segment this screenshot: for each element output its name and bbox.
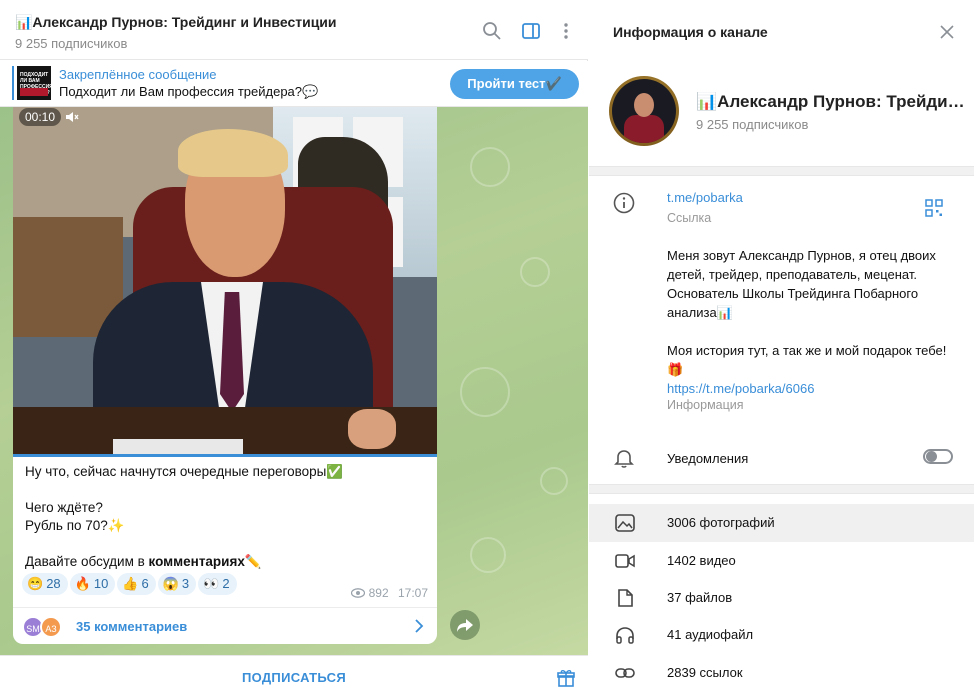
gift-icon[interactable] <box>556 668 576 688</box>
media-label: 1402 видео <box>667 553 736 568</box>
channel-post: 00:10 Ну что, сейчас начнутся очередные … <box>13 107 437 644</box>
chat-panel: 📊Александр Пурнов: Трейдинг и Инвестиции… <box>0 0 588 698</box>
post-line: Рубль по 70?✨ <box>25 518 125 533</box>
headphones-icon <box>616 627 634 644</box>
channel-description: Меня зовут Александр Пурнов, я отец двои… <box>667 246 962 398</box>
channel-name: 📊Александр Пурнов: Трейдинг и Инвестиции <box>696 92 966 111</box>
channel-info-panel: Информация о канале 📊Александр Пурнов: Т… <box>589 0 974 698</box>
subscribe-button[interactable]: ПОДПИСАТЬСЯ <box>0 656 588 698</box>
notifications-toggle[interactable] <box>923 449 953 464</box>
description-text: Моя история тут, а так же и мой подарок … <box>667 343 947 377</box>
chat-background: 00:10 Ну что, сейчас начнутся очередные … <box>0 107 588 655</box>
post-meta: 892 17:07 <box>351 586 428 600</box>
qr-code-icon[interactable] <box>925 199 943 217</box>
video-progress[interactable] <box>13 454 437 457</box>
take-test-button[interactable]: Пройти тест✔️ <box>450 69 579 99</box>
chat-header[interactable]: 📊Александр Пурнов: Трейдинг и Инвестиции… <box>0 0 588 60</box>
pinned-label: Закреплённое сообщение <box>59 67 217 82</box>
post-time: 17:07 <box>397 586 428 600</box>
post-line: Давайте обсудим в комментариях✏️ <box>25 554 262 569</box>
section-divider <box>589 484 974 494</box>
reaction-chip[interactable]: 👍 6 <box>117 573 156 595</box>
post-text: Ну что, сейчас начнутся очередные перего… <box>25 463 425 571</box>
channel-subscribers: 9 255 подписчиков <box>696 117 809 132</box>
more-options-icon[interactable] <box>556 21 576 41</box>
pinned-message-bar[interactable]: ПОДХОДИТ ЛИ ВАМ ПРОФЕССИЯ ТРЕЙДЕРА? Закр… <box>0 61 588 107</box>
media-videos[interactable]: 1402 видео <box>589 542 974 580</box>
reaction-chip[interactable]: 😱 3 <box>157 573 197 595</box>
avatar: АЗ <box>40 616 62 638</box>
sidebar-toggle-icon[interactable] <box>521 21 541 41</box>
channel-avatar[interactable] <box>609 76 679 146</box>
pinned-indicator <box>12 66 14 100</box>
channel-link[interactable]: t.me/pobarka <box>667 190 743 205</box>
eye-icon <box>351 588 366 598</box>
description-text: Меня зовут Александр Пурнов, я отец двои… <box>667 248 936 320</box>
media-audio[interactable]: 41 аудиофайл <box>589 616 974 654</box>
info-title: Информация о канале <box>613 24 768 40</box>
share-icon <box>457 619 473 632</box>
media-files[interactable]: 37 файлов <box>589 579 974 617</box>
video-icon <box>615 554 635 568</box>
media-label: 3006 фотографий <box>667 515 775 530</box>
channel-profile: 📊Александр Пурнов: Трейдинг и Инвестиции… <box>589 60 974 166</box>
chat-title[interactable]: 📊Александр Пурнов: Трейдинг и Инвестиции <box>15 14 337 31</box>
link-icon <box>615 668 635 678</box>
views-count: 892 <box>368 586 389 600</box>
share-button[interactable] <box>450 610 480 640</box>
media-label: 2839 ссылок <box>667 665 743 680</box>
comments-row[interactable]: SM АЗ 35 комментариев <box>13 607 437 644</box>
post-line: Ну что, сейчас начнутся очередные перего… <box>25 464 344 479</box>
description-caption: Информация <box>667 398 744 412</box>
description-link[interactable]: https://t.me/pobarka/6066 <box>667 381 814 396</box>
mute-icon[interactable] <box>65 110 79 124</box>
info-icon <box>613 192 635 214</box>
video-player[interactable]: 00:10 <box>13 107 437 457</box>
photo-icon <box>615 514 635 532</box>
info-header: Информация о канале <box>589 0 974 60</box>
reaction-chip[interactable]: 😁 28 <box>22 573 68 595</box>
bottom-bar: ПОДПИСАТЬСЯ <box>0 655 588 698</box>
pinned-text: Подходит ли Вам профессия трейдера?💬 <box>59 84 319 99</box>
notifications-label: Уведомления <box>667 451 749 466</box>
reaction-chip[interactable]: 👀 2 <box>198 573 237 595</box>
chat-subscribers: 9 255 подписчиков <box>15 36 128 51</box>
comments-link[interactable]: комментариях <box>149 554 245 569</box>
section-divider <box>589 166 974 176</box>
bell-icon <box>614 450 634 468</box>
close-icon[interactable] <box>939 24 955 40</box>
link-caption: Ссылка <box>667 211 712 225</box>
media-links[interactable]: 2839 ссылок <box>589 654 974 692</box>
chevron-right-icon <box>415 619 424 633</box>
media-photos[interactable]: 3006 фотографий <box>589 504 974 542</box>
reactions: 😁 28 🔥 10 👍 6 😱 3 👀 2 <box>22 573 239 597</box>
comments-count[interactable]: 35 комментариев <box>76 619 187 634</box>
search-icon[interactable] <box>482 21 502 41</box>
reaction-chip[interactable]: 🔥 10 <box>69 573 116 595</box>
file-icon <box>618 589 633 607</box>
post-line: Чего ждёте? <box>25 500 103 515</box>
pinned-thumbnail: ПОДХОДИТ ЛИ ВАМ ПРОФЕССИЯ ТРЕЙДЕРА? <box>17 66 51 100</box>
video-time: 00:10 <box>19 108 62 126</box>
media-label: 41 аудиофайл <box>667 627 754 642</box>
media-label: 37 файлов <box>667 590 733 605</box>
